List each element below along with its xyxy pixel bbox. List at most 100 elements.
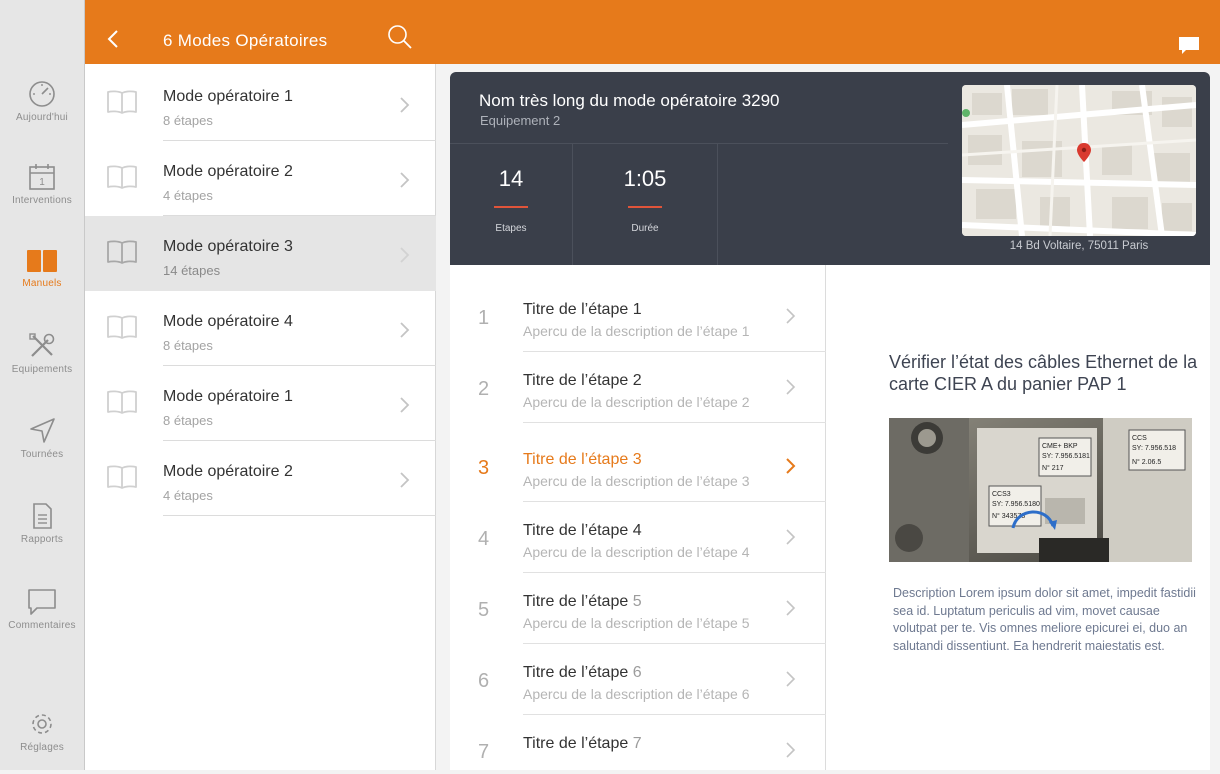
step-list-item[interactable]: 4 Titre de l’étape 4 Apercu de la descript…: [450, 502, 826, 573]
mode-step-count: 4 étapes: [163, 188, 213, 203]
mode-list-item[interactable]: Mode opératoire 3 14 étapes: [85, 216, 436, 291]
step-list-item[interactable]: 5 Titre de l’étape 5 Apercu de la descript…: [450, 573, 826, 644]
photo-label: N° 217: [1042, 464, 1064, 472]
chevron-right-icon: [400, 397, 410, 413]
step-title-number: 5: [632, 593, 642, 610]
mode-list-item-text: Mode opératoire 1 8 étapes: [163, 366, 436, 441]
photo-label: SY: 7.956.5181: [1042, 453, 1090, 460]
step-preview: Apercu de la description de l’étape 2: [523, 394, 750, 410]
step-number: 1: [478, 307, 490, 329]
book-icon: [107, 165, 137, 189]
step-description: Description Lorem ipsum dolor sit amet, …: [893, 586, 1196, 653]
mode-step-count: 8 étapes: [163, 113, 213, 128]
tab-manuels[interactable]: Manuels: [0, 248, 84, 312]
tab-interventions[interactable]: 1 Interventions: [0, 163, 84, 227]
step-preview: Apercu de la description de l’étape 3: [523, 473, 750, 489]
tab-reglages[interactable]: Réglages: [0, 710, 84, 774]
list-header: 6 Modes Opératoires: [85, 0, 436, 64]
step-title: Titre de l’étape 3: [523, 451, 642, 469]
mode-list-item[interactable]: Mode opératoire 2 4 étapes: [85, 141, 436, 216]
step-detail-title: Vérifier l’état des câbles Ethernet de l…: [889, 352, 1198, 394]
step-number: 7: [478, 741, 490, 763]
step-list-item[interactable]: 2 Titre de l’étape 2 Apercu de la descript…: [450, 352, 826, 423]
mode-list-item-text: Mode opératoire 2 4 étapes: [163, 141, 436, 216]
book-icon: [107, 240, 137, 264]
step-list-item[interactable]: 3 Titre de l’étape 3 Apercu de la descript…: [450, 431, 826, 502]
mode-summary: Nom très long du mode opératoire 3290 Eq…: [450, 72, 1210, 265]
mode-detail-card: Nom très long du mode opératoire 3290 Eq…: [450, 72, 1210, 770]
chevron-right-icon: [400, 247, 410, 263]
step-number: 5: [478, 599, 490, 621]
book-icon: [107, 315, 137, 339]
list-title: 6 Modes Opératoires: [163, 31, 328, 50]
step-title-text: Titre de l’étape 4: [523, 522, 642, 539]
chevron-right-icon: [786, 308, 796, 324]
map-address: 14 Bd Voltaire, 75011 Paris: [1009, 240, 1149, 252]
step-list-item[interactable]: 7 Titre de l’étape 7: [450, 715, 826, 770]
mode-list-item-text: Mode opératoire 4 8 étapes: [163, 291, 436, 366]
stat-value: 14: [498, 166, 524, 191]
modes-list-panel: 6 Modes Opératoires Mode opératoire 1 8 é…: [85, 0, 436, 770]
comment-icon[interactable]: [1178, 36, 1200, 56]
tab-aujourdhui[interactable]: Aujourd'hui: [0, 80, 84, 144]
book-icon: [27, 250, 57, 272]
step-title-text: Titre de l’étape: [523, 664, 629, 681]
photo-label: SY: 7.956.518: [1132, 445, 1176, 452]
detail-header-bar: [436, 0, 1220, 64]
step-number: 6: [478, 670, 490, 692]
svg-text:1: 1: [39, 177, 45, 188]
mode-list-item[interactable]: Mode opératoire 4 8 étapes: [85, 291, 436, 366]
mode-step-count: 8 étapes: [163, 338, 213, 353]
mode-list-item[interactable]: Mode opératoire 1 8 étapes: [85, 66, 436, 141]
comment-icon: [28, 589, 56, 615]
step-list-item[interactable]: 1 Titre de l’étape 1 Apercu de la descript…: [450, 281, 826, 352]
tab-label: Tournées: [20, 449, 64, 460]
step-title: Titre de l’étape 6: [523, 664, 642, 682]
step-photo[interactable]: CME+ BKP SY: 7.956.5181 N° 217 CCS3 SY: …: [889, 418, 1192, 562]
step-list-item[interactable]: 6 Titre de l’étape 6 Apercu de la descript…: [450, 644, 826, 715]
tab-label: Interventions: [12, 195, 72, 206]
mode-name: Mode opératoire 3: [163, 238, 293, 255]
tab-equipements[interactable]: Equipements: [0, 332, 84, 396]
mode-list-item[interactable]: Mode opératoire 1 8 étapes: [85, 366, 436, 441]
tools-icon: [29, 333, 55, 357]
tab-commentaires[interactable]: Commentaires: [0, 588, 84, 652]
tab-tournees[interactable]: Tournées: [0, 417, 84, 481]
step-preview: Apercu de la description de l’étape 4: [523, 544, 750, 560]
stat-caption: Etapes: [495, 223, 527, 234]
step-title: Titre de l’étape 1: [523, 301, 642, 319]
chevron-right-icon: [786, 529, 796, 545]
mode-name: Mode opératoire 1: [163, 88, 293, 105]
tab-label: Equipements: [11, 364, 73, 375]
step-detail: Vérifier l’état des câbles Ethernet de l…: [826, 265, 1210, 770]
mode-name: Mode opératoire 4: [163, 313, 293, 330]
tab-label: Rapports: [20, 534, 64, 545]
mode-name: Mode opératoire 1: [163, 388, 293, 405]
mode-equipment: Equipement 2: [480, 113, 561, 128]
tab-rapports[interactable]: Rapports: [0, 502, 84, 566]
step-number: 4: [478, 528, 490, 550]
photo-label: CCS: [1132, 435, 1147, 442]
photo-label: N° 2.06.5: [1132, 458, 1161, 466]
mode-step-count: 8 étapes: [163, 413, 213, 428]
divider: [523, 422, 826, 423]
tab-label: Commentaires: [8, 620, 76, 631]
back-chevron-icon[interactable]: [103, 28, 125, 50]
map-tiles: [962, 85, 1196, 236]
book-icon: [107, 465, 137, 489]
photo-label: CCS3: [992, 491, 1011, 498]
step-title: Titre de l’étape 4: [523, 522, 642, 540]
mode-name: Mode opératoire 2: [163, 163, 293, 180]
chevron-right-icon: [786, 742, 796, 758]
mode-list-item[interactable]: Mode opératoire 2 4 étapes: [85, 441, 436, 516]
chevron-right-icon: [400, 97, 410, 113]
document-icon: [33, 503, 52, 529]
mode-step-count: 14 étapes: [163, 263, 221, 278]
mode-name: Mode opératoire 2: [163, 463, 293, 480]
search-icon[interactable]: [387, 24, 413, 50]
tab-label: Aujourd'hui: [16, 112, 68, 123]
step-title-text: Titre de l’étape 3: [523, 451, 642, 468]
mode-list-item-text: Mode opératoire 3 14 étapes: [163, 216, 436, 291]
location-map[interactable]: [962, 85, 1196, 236]
chevron-right-icon: [400, 472, 410, 488]
